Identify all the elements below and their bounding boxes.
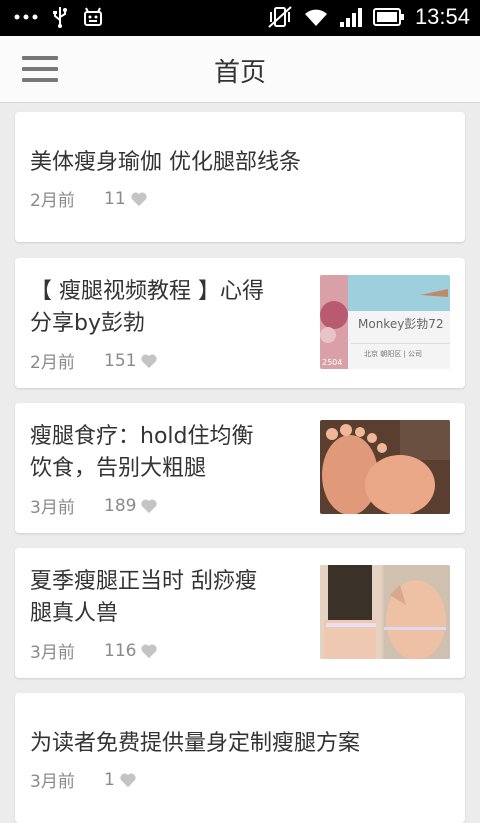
like-count-value: 151 (104, 350, 137, 371)
usb-icon (53, 7, 67, 28)
heart-icon (141, 644, 158, 658)
thumbnail-location: 北京 朝阳区 | 公司 (364, 350, 423, 358)
like-count[interactable]: 151 (104, 351, 158, 371)
page-title: 首页 (213, 58, 266, 88)
vibrate-off-icon (268, 6, 292, 28)
article-title-line: 饮食，告别大粗腿 (30, 456, 207, 481)
heart-icon (120, 773, 136, 787)
article-age: 3月前 (30, 498, 75, 518)
like-count-value: 1 (104, 769, 115, 790)
article-title-line: 瘦腿食疗：hold住均衡 (30, 424, 254, 449)
like-count[interactable]: 1 (104, 770, 137, 790)
android-debug-icon (84, 7, 102, 26)
like-count-value: 11 (104, 188, 126, 209)
article-thumbnail (320, 420, 450, 514)
article-title: 【 瘦腿视频教程 】心得 分享by彭勃 (30, 276, 310, 340)
article-thumbnail: Monkey彭勃72 北京 朝阳区 | 公司 2504 (320, 275, 450, 369)
more-dots-icon (14, 14, 38, 20)
like-count[interactable]: 189 (104, 496, 158, 516)
heart-icon (131, 192, 147, 206)
article-age: 3月前 (30, 643, 75, 663)
like-count[interactable]: 116 (104, 641, 158, 661)
like-count-value: 189 (104, 495, 137, 516)
article-meta: 3月前 116 (30, 638, 158, 663)
heart-icon (141, 354, 158, 368)
article-age: 2月前 (30, 353, 75, 373)
article-meta: 2月前 151 (30, 348, 158, 373)
app-header: 首页 (0, 36, 480, 103)
article-title-line: 分享by彭勃 (30, 311, 145, 336)
article-card[interactable]: 夏季瘦腿正当时 刮痧瘦 腿真人兽 3月前 116 (15, 548, 465, 678)
heart-icon (141, 499, 158, 513)
article-title-line: 腿真人兽 (30, 601, 119, 626)
article-thumbnail (320, 565, 450, 659)
thumbnail-count: 2504 (322, 358, 343, 367)
article-title: 瘦腿食疗：hold住均衡 饮食，告别大粗腿 (30, 421, 310, 485)
like-count[interactable]: 11 (104, 189, 148, 209)
article-age: 2月前 (30, 191, 75, 211)
article-title: 为读者免费提供量身定制瘦腿方案 (30, 731, 361, 756)
article-age: 3月前 (30, 772, 75, 792)
article-title-line: 【 瘦腿视频教程 】心得 (30, 279, 264, 304)
article-card[interactable]: 【 瘦腿视频教程 】心得 分享by彭勃 2月前 151 Monkey彭勃72 北… (15, 258, 465, 388)
article-meta: 3月前 189 (30, 493, 158, 518)
article-title: 夏季瘦腿正当时 刮痧瘦 腿真人兽 (30, 566, 310, 630)
like-count-value: 116 (104, 640, 137, 661)
article-card[interactable]: 美体瘦身瑜伽 优化腿部线条 2月前 11 (15, 112, 465, 242)
article-meta: 2月前 11 (30, 186, 148, 211)
article-title: 美体瘦身瑜伽 优化腿部线条 (30, 150, 301, 175)
status-time: 13:54 (414, 4, 470, 29)
thumbnail-username: Monkey彭勃72 (358, 317, 444, 331)
status-bar: 13:54 (0, 0, 480, 36)
article-card[interactable]: 为读者免费提供量身定制瘦腿方案 3月前 1 (15, 693, 465, 823)
battery-icon (372, 8, 404, 26)
signal-icon (339, 8, 362, 27)
article-title-line: 夏季瘦腿正当时 刮痧瘦 (30, 569, 257, 594)
wifi-icon (304, 9, 327, 26)
article-meta: 3月前 1 (30, 767, 137, 792)
article-card[interactable]: 瘦腿食疗：hold住均衡 饮食，告别大粗腿 3月前 189 (15, 403, 465, 533)
